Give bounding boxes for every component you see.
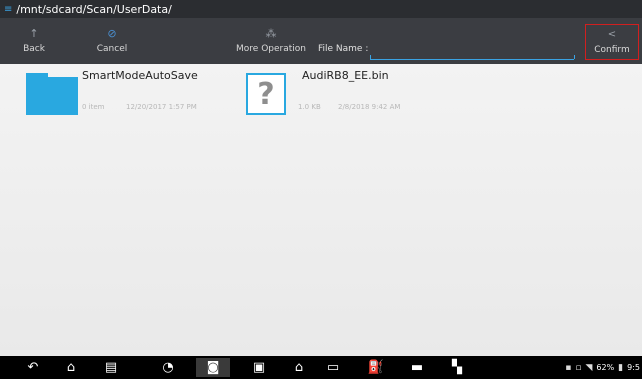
more-operation-icon: ⁂ xyxy=(265,27,277,40)
file-modified: 2/8/2018 9:42 AM xyxy=(338,103,401,111)
file-name-label: File Name : xyxy=(318,44,369,54)
image-icon[interactable]: ▣ xyxy=(246,358,272,377)
battery-icon: ▮ xyxy=(618,362,624,373)
confirm-icon: < xyxy=(607,29,617,40)
folder-icon xyxy=(26,73,78,115)
file-list: SmartModeAutoSave 0 item 12/20/2017 1:57… xyxy=(0,64,642,356)
cancel-label: Cancel xyxy=(96,44,128,54)
cancel-button[interactable]: ⊘ Cancel xyxy=(88,18,136,64)
file-name: AudiRB8_EE.bin xyxy=(302,69,389,82)
file-size: 0 item xyxy=(82,103,105,111)
more-operation-button[interactable]: ⁂ More Operation xyxy=(234,18,308,64)
vci-icon[interactable]: ▭ xyxy=(320,358,346,377)
confirm-label: Confirm xyxy=(594,45,630,55)
file-modified: 12/20/2017 1:57 PM xyxy=(126,103,197,111)
battery-percent: 62% xyxy=(596,363,615,372)
cancel-icon: ⊘ xyxy=(107,27,117,40)
house-icon[interactable]: ⌂ xyxy=(286,358,312,377)
navigation-bar: ↶ ⌂ ▤ ◔ ◙ ▣ ⌂ ▭ ⛽ ▬ ▚ ▪ ▫ ◥ 62% ▮ 9:5 xyxy=(0,356,642,379)
clock: 9:5 xyxy=(627,363,640,372)
back-button[interactable]: ↑ Back xyxy=(14,18,54,64)
car-link-icon[interactable]: ▚ xyxy=(444,358,470,377)
camera-icon[interactable]: ◙ xyxy=(196,358,230,377)
menu-icon[interactable]: ≡ xyxy=(4,4,12,15)
list-item[interactable]: ? AudiRB8_EE.bin 1.0 KB 2/8/2018 9:42 AM xyxy=(246,64,466,124)
file-name-input[interactable] xyxy=(370,55,575,60)
toolbar: ↑ Back ⊘ Cancel ⁂ More Operation File Na… xyxy=(0,18,642,64)
back-label: Back xyxy=(23,44,45,54)
screen-icon: ▫ xyxy=(575,362,582,373)
car-icon[interactable]: ▬ xyxy=(404,358,430,377)
message-icon: ▪ xyxy=(565,362,572,373)
search-icon[interactable]: ◔ xyxy=(155,358,181,377)
path-bar: ≡ /mnt/sdcard/Scan/UserData/ xyxy=(0,0,642,18)
unknown-file-icon: ? xyxy=(246,73,286,115)
fuel-icon[interactable]: ⛽ xyxy=(363,358,389,377)
path-text: /mnt/sdcard/Scan/UserData/ xyxy=(16,2,172,16)
status-area: ▪ ▫ ◥ 62% ▮ 9:5 xyxy=(565,356,640,379)
home-icon[interactable]: ⌂ xyxy=(58,358,84,377)
wifi-icon: ◥ xyxy=(585,362,593,373)
file-name: SmartModeAutoSave xyxy=(82,69,198,82)
confirm-button[interactable]: < Confirm xyxy=(585,24,639,60)
screen: ≡ /mnt/sdcard/Scan/UserData/ ↑ Back ⊘ Ca… xyxy=(0,0,642,379)
more-operation-label: More Operation xyxy=(236,44,306,54)
list-item[interactable]: SmartModeAutoSave 0 item 12/20/2017 1:57… xyxy=(26,64,236,124)
file-size: 1.0 KB xyxy=(298,103,321,111)
back-icon[interactable]: ↶ xyxy=(20,358,46,377)
recent-apps-icon[interactable]: ▤ xyxy=(98,358,124,377)
up-arrow-icon: ↑ xyxy=(29,27,39,40)
